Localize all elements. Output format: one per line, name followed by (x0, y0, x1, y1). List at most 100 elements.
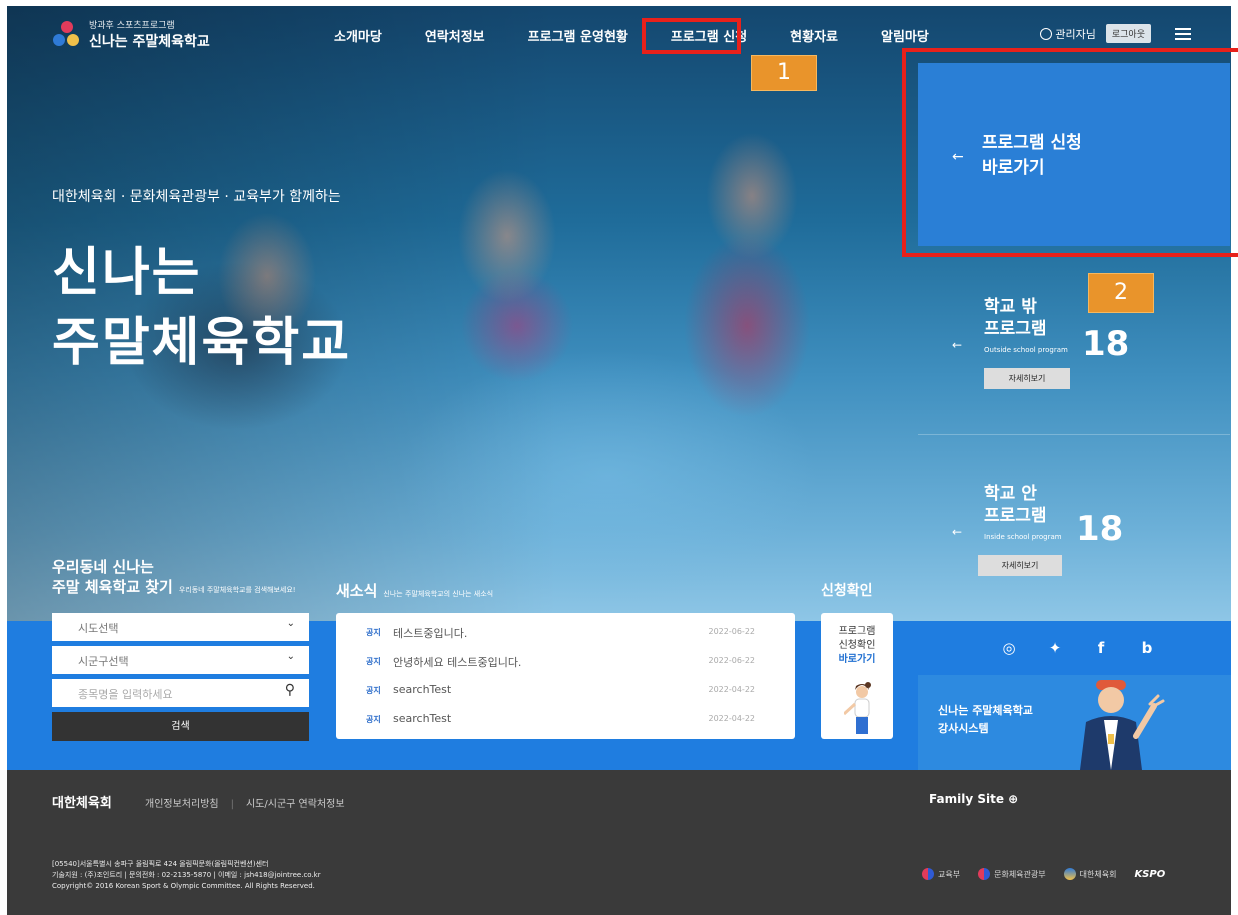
outside-program-panel: ← 학교 밖 프로그램 Outside school program 18 자세… (918, 246, 1230, 434)
news-item-date: 2022-04-22 (708, 714, 756, 723)
footer-copyright: Copyright© 2016 Korean Sport & Olympic C… (52, 882, 315, 890)
sido-select[interactable]: 시도선택 ⌄ (52, 613, 309, 641)
news-title: 새소식 신나는 주말체육학교의 신나는 새소식 (336, 580, 493, 601)
footer-address-line: [05540]서울특별시 송파구 올림픽로 424 올림픽문화(올림픽컨벤션)센… (52, 860, 269, 868)
search-hint: 우리동네 주말체육학교를 검색해보세요! (178, 586, 296, 594)
user-link[interactable]: 관리자님 (1040, 26, 1096, 42)
outside-program-count: 18 (1082, 324, 1130, 364)
sido-select-value: 시도선택 (78, 622, 119, 635)
news-list: 공지 테스트중입니다. 2022-06-22 공지 안녕하세요 테스트중입니다. 202… (336, 613, 795, 739)
news-tag: 공지 (366, 657, 381, 666)
logo-title: 신나는 주말체육학교 (89, 34, 210, 50)
news-item[interactable]: 공지 테스트중입니다. 2022-06-22 (336, 619, 795, 647)
header-user-area: 관리자님 로그아웃 (1040, 24, 1191, 43)
site-logo[interactable]: 방과후 스포츠프로그램 신나는 주말체육학교 (53, 18, 210, 51)
blog-icon[interactable]: b (1138, 639, 1156, 657)
search-title: 우리동네 신나는 주말 체육학교 찾기 우리동네 주말체육학교를 검색해보세요! (52, 557, 296, 600)
annotation-badge-1: 1 (751, 55, 817, 91)
highlight-box-apply-panel (902, 48, 1238, 257)
inside-program-label: 학교 안 프로그램 (984, 483, 1047, 527)
keyword-input[interactable]: 종목명을 입력하세요 ⚲ (52, 679, 309, 707)
nav-intro[interactable]: 소개마당 (334, 26, 382, 45)
inside-program-count: 18 (1076, 509, 1124, 549)
news-tag: 공지 (366, 628, 381, 637)
facebook-icon[interactable]: f (1092, 639, 1110, 657)
family-site-label: Family Site (929, 792, 1004, 806)
search-icon[interactable]: ⚲ (285, 682, 295, 698)
footer-tech-line: 기술지원 : (주)조인트리 | 문의전화 : 02-2135-5870 | 이… (52, 871, 321, 879)
outside-label-line2: 프로그램 (984, 319, 1047, 339)
mcst-logo[interactable]: 문화체육관광부 (978, 868, 1046, 880)
privacy-policy-link[interactable]: 개인정보처리방침 (145, 799, 219, 810)
apply-check-go: 바로가기 (838, 654, 876, 665)
arrow-left-icon[interactable]: ← (952, 525, 962, 539)
moe-logo[interactable]: 교육부 (922, 868, 960, 880)
instructor-label: 신나는 주말체육학교 강사시스템 (938, 702, 1033, 738)
social-links: ◎ ✦ f b (1000, 639, 1156, 657)
hamburger-menu-icon[interactable] (1175, 27, 1191, 40)
logout-button[interactable]: 로그아웃 (1105, 24, 1151, 43)
arrow-left-icon[interactable]: ← (952, 338, 962, 352)
inside-label-line2: 프로그램 (984, 506, 1047, 526)
twitter-icon[interactable]: ✦ (1046, 639, 1064, 657)
sigungu-select-value: 시군구선택 (78, 655, 129, 668)
footer-address: [05540]서울특별시 송파구 올림픽로 424 올림픽문화(올림픽컨벤션)센… (52, 859, 321, 892)
user-icon (1040, 27, 1053, 40)
keyword-placeholder: 종목명을 입력하세요 (78, 688, 173, 701)
news-title-text: 새소식 (336, 582, 378, 600)
news-tag: 공지 (366, 686, 381, 695)
outside-more-button[interactable]: 자세히보기 (984, 368, 1070, 389)
news-item-date: 2022-06-22 (708, 656, 756, 665)
family-site-button[interactable]: Family Site ⊕ (929, 792, 1018, 806)
instructor-line1: 신나는 주말체육학교 (938, 704, 1033, 717)
news-item-title: searchTest (393, 712, 452, 725)
news-hint: 신나는 주말체육학교의 신나는 새소식 (383, 590, 494, 598)
apply-check-line2: 신청확인 (838, 640, 876, 651)
nav-statistics[interactable]: 현황자료 (790, 26, 838, 45)
hero-subtitle: 대한체육회 · 문화체육관광부 · 교육부가 함께하는 (52, 189, 341, 205)
annotation-badge-2: 2 (1088, 273, 1154, 313)
search-button[interactable]: 검색 (52, 712, 309, 741)
user-name: 관리자님 (1055, 27, 1096, 41)
kspo-logo[interactable]: KSPO (1134, 869, 1165, 880)
instructor-illustration (1080, 680, 1165, 770)
outside-label-line1: 학교 밖 (984, 297, 1037, 317)
search-title-line1: 우리동네 신나는 (52, 558, 154, 576)
search-title-line2: 주말 체육학교 찾기 (52, 578, 173, 596)
chevron-down-icon: ⌄ (286, 651, 295, 662)
instagram-icon[interactable]: ◎ (1000, 639, 1018, 657)
logo-subtitle: 방과후 스포츠프로그램 (89, 21, 175, 31)
regional-contact-link[interactable]: 시도/시군구 연락처정보 (246, 799, 345, 810)
instructor-line2: 강사시스템 (938, 722, 989, 735)
ksoc-logo[interactable]: 대한체육회 (1063, 868, 1116, 880)
footer-brand: 대한체육회 (52, 796, 112, 811)
nav-contact[interactable]: 연락처정보 (425, 26, 485, 45)
news-item[interactable]: 공지 안녕하세요 테스트중입니다. 2022-06-22 (336, 648, 795, 676)
highlight-box-nav-apply (642, 18, 741, 54)
outside-program-en: Outside school program (984, 346, 1068, 354)
site-footer: 대한체육회 개인정보처리방침 | 시도/시군구 연락처정보 Family Site … (7, 770, 1231, 915)
footer-links: 개인정보처리방침 | 시도/시군구 연락처정보 (145, 795, 345, 810)
divider: | (230, 799, 234, 810)
news-item[interactable]: 공지 searchTest 2022-04-22 (336, 706, 795, 734)
news-item[interactable]: 공지 searchTest 2022-04-22 (336, 677, 795, 705)
hero-title: 신나는 주말체육학교 (52, 238, 351, 378)
nav-notice[interactable]: 알림마당 (881, 26, 929, 45)
news-item-date: 2022-04-22 (708, 685, 756, 694)
nav-program-status[interactable]: 프로그램 운영현황 (528, 26, 628, 45)
hero-title-line2: 주말체육학교 (52, 313, 352, 373)
chevron-down-icon: ⌄ (286, 618, 295, 629)
news-item-title: 테스트중입니다. (393, 627, 468, 640)
partner-logos: 교육부 문화체육관광부 대한체육회 KSPO (922, 868, 1165, 880)
hero-title-line1: 신나는 (52, 243, 202, 303)
sigungu-select[interactable]: 시군구선택 ⌄ (52, 646, 309, 674)
news-item-title: 안녕하세요 테스트중입니다. (393, 656, 522, 669)
inside-more-button[interactable]: 자세히보기 (978, 555, 1062, 576)
news-tag: 공지 (366, 715, 381, 724)
apply-check-title: 신청확인 (821, 583, 873, 599)
inside-program-en: Inside school program (984, 533, 1062, 541)
logo-icon (53, 20, 81, 49)
news-item-title: searchTest (393, 683, 452, 696)
girl-illustration (844, 682, 871, 734)
outside-program-label: 학교 밖 프로그램 (984, 296, 1047, 340)
